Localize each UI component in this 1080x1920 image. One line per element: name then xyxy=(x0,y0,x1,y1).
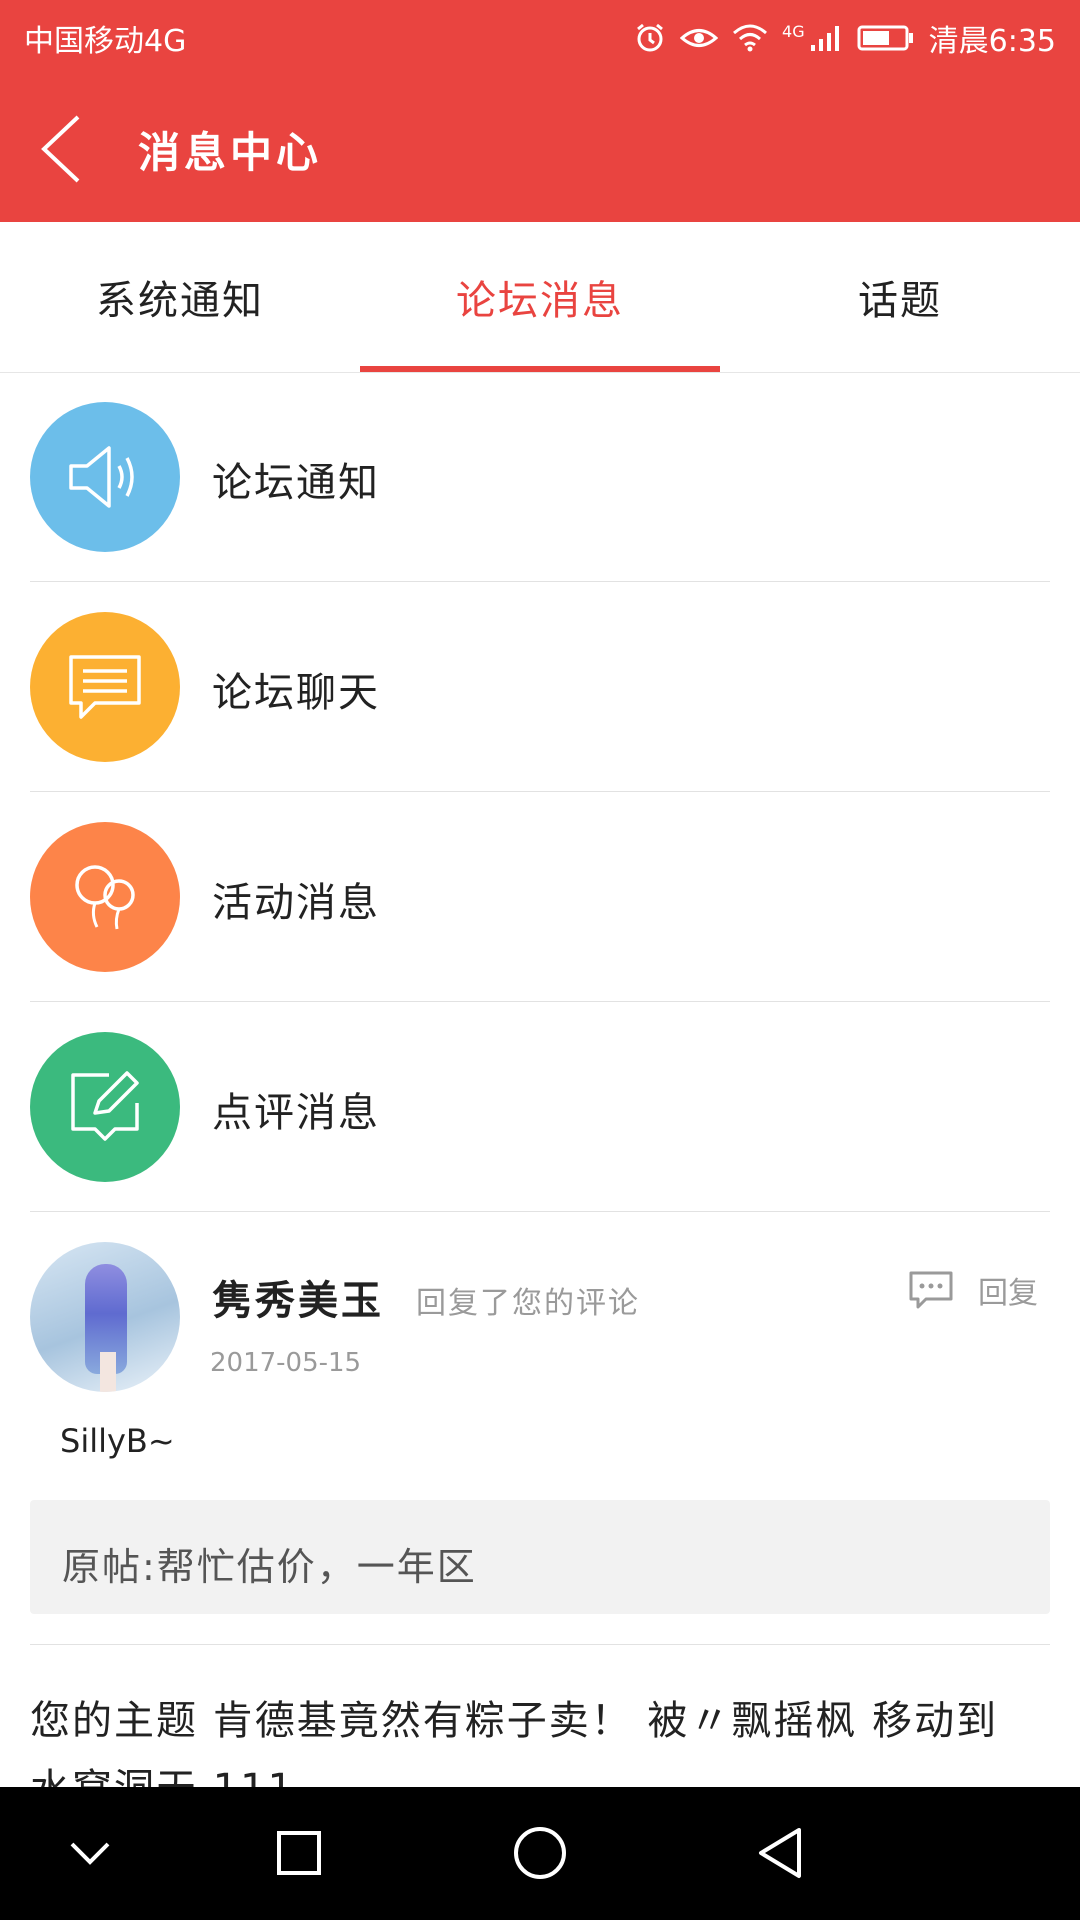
wifi-icon xyxy=(733,24,768,52)
clock: 清晨6:35 xyxy=(928,24,1056,59)
category-list: 论坛通知 论坛聊天 活动消息 点评消息 xyxy=(0,372,1080,1212)
status-bar: 中国移动4G 4G 清晨6:35 xyxy=(0,0,1080,75)
network-type: 4G xyxy=(782,21,805,41)
avatar-caption: SillyB~ xyxy=(60,1422,175,1460)
app-bar: 消息中心 xyxy=(0,75,1080,222)
eye-icon xyxy=(680,29,719,47)
balloons-icon xyxy=(30,822,180,972)
message-action: 回复了您的评论 xyxy=(416,1286,640,1321)
tab-system-notice[interactable]: 系统通知 xyxy=(0,222,360,372)
chat-bubble-icon xyxy=(30,612,180,762)
category-label: 活动消息 xyxy=(212,880,380,926)
alarm-icon xyxy=(637,23,663,52)
status-icons: 4G 清晨6:35 xyxy=(634,16,1056,60)
system-nav-bar xyxy=(0,1787,1080,1920)
edit-icon xyxy=(30,1032,180,1182)
carrier-label: 中国移动4G xyxy=(24,24,187,59)
tab-forum-messages[interactable]: 论坛消息 xyxy=(360,222,720,372)
category-forum-notice[interactable]: 论坛通知 xyxy=(0,372,1080,582)
back-triangle-icon[interactable] xyxy=(748,1821,812,1885)
category-label: 点评消息 xyxy=(212,1090,380,1136)
battery-icon xyxy=(857,25,913,51)
signal-icon xyxy=(810,26,839,51)
collapse-chevron-icon[interactable] xyxy=(58,1821,122,1885)
avatar[interactable] xyxy=(30,1242,180,1392)
divider xyxy=(30,1644,1050,1645)
category-forum-chat[interactable]: 论坛聊天 xyxy=(0,582,1080,792)
original-post-quote[interactable]: 原帖:帮忙估价，一年区 xyxy=(30,1500,1050,1614)
category-activity[interactable]: 活动消息 xyxy=(0,792,1080,1002)
category-label: 论坛通知 xyxy=(212,460,380,506)
quote-text: 原帖:帮忙估价，一年区 xyxy=(62,1545,477,1589)
reply-label: 回复 xyxy=(978,1276,1038,1311)
chevron-left-icon[interactable] xyxy=(34,111,88,187)
speaker-icon xyxy=(30,402,180,552)
tab-bar: 系统通知 论坛消息 话题 xyxy=(0,222,1080,373)
tab-topics[interactable]: 话题 xyxy=(720,222,1080,372)
home-circle-icon[interactable] xyxy=(508,1821,572,1885)
page-title: 消息中心 xyxy=(138,128,323,177)
reply-button[interactable]: 回复 xyxy=(908,1268,1038,1312)
category-review[interactable]: 点评消息 xyxy=(0,1002,1080,1212)
message-item[interactable]: 隽秀美玉 回复了您的评论 2017-05-15 回复 SillyB~ 原帖:帮忙… xyxy=(0,1212,1080,1812)
category-label: 论坛聊天 xyxy=(212,670,380,716)
message-date: 2017-05-15 xyxy=(210,1348,362,1378)
comment-icon xyxy=(909,1271,953,1309)
username[interactable]: 隽秀美玉 xyxy=(212,1268,384,1326)
recents-square-icon[interactable] xyxy=(267,1821,331,1885)
